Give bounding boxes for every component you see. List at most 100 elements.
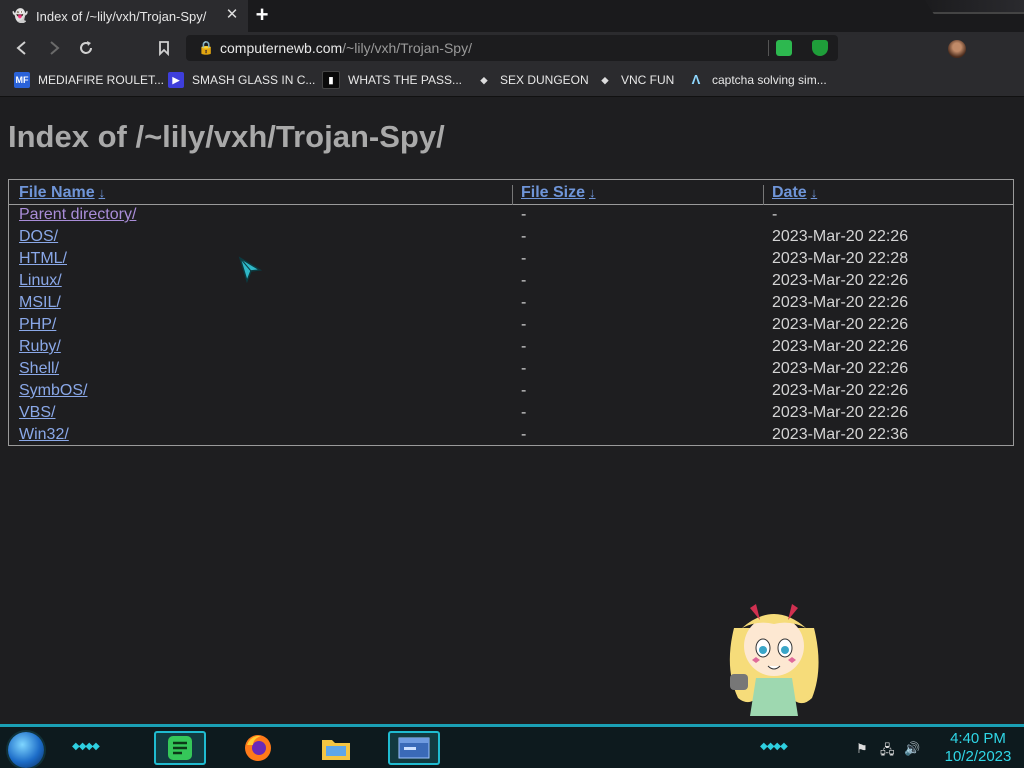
firefox-app-button[interactable] <box>232 731 284 765</box>
volume-icon[interactable]: 🔊 <box>904 741 920 757</box>
play-icon: ▶ <box>168 72 184 88</box>
file-size: - <box>521 360 527 377</box>
page-content: Index of /~lily/vxh/Trojan-Spy/ File Nam… <box>0 97 1024 724</box>
network-icon[interactable]: 🖧 <box>880 741 895 763</box>
table-row: Linux/ - 2023-Mar-20 22:26 <box>9 270 1013 292</box>
avatar[interactable] <box>948 40 966 58</box>
sort-by-date-link[interactable]: Date ↓ <box>772 184 817 202</box>
file-explorer-app-button[interactable] <box>310 731 362 765</box>
folder-link[interactable]: Ruby/ <box>19 336 61 358</box>
ghost-icon: 👻 <box>12 8 29 23</box>
folder-link[interactable]: DOS/ <box>19 226 58 248</box>
folder-link[interactable]: Shell/ <box>19 358 59 380</box>
file-date: 2023-Mar-20 22:26 <box>772 382 909 399</box>
sort-arrow-icon: ↓ <box>810 185 818 200</box>
taskbar-decoration: ◆◆◆◆ <box>760 741 788 752</box>
bookmarks-bar: MF MEDIAFIRE ROULET... ▶ SMASH GLASS IN … <box>0 64 1024 97</box>
bookmark-captcha[interactable]: Λ captcha solving sim... <box>688 64 827 96</box>
clock-time: 4:40 PM <box>950 730 1006 747</box>
file-date: 2023-Mar-20 22:26 <box>772 404 909 421</box>
address-bar[interactable]: 🔒 computernewb.com/~lily/vxh/Trojan-Spy/ <box>186 35 838 61</box>
firefox-icon <box>245 735 271 761</box>
phone-icon: ▮ <box>322 71 340 89</box>
chat-extension-icon[interactable] <box>776 40 792 56</box>
tab-title: Index of /~lily/vxh/Trojan-Spy/ <box>36 8 207 24</box>
file-size: - <box>521 382 527 399</box>
column-divider <box>512 185 513 205</box>
clock-date: 10/2/2023 <box>944 748 1012 765</box>
folder-link[interactable]: MSIL/ <box>19 292 61 314</box>
flag-icon[interactable]: ⚑ <box>856 741 868 757</box>
taskbar-decoration: ◆◆◆◆ <box>72 741 100 752</box>
file-date: 2023-Mar-20 22:28 <box>772 250 909 267</box>
window-app-button[interactable] <box>388 731 440 765</box>
mediafire-icon: MF <box>14 72 30 88</box>
table-header: File Name ↓ File Size ↓ Date ↓ <box>9 182 1013 205</box>
file-size: - <box>521 250 527 267</box>
folder-link[interactable]: PHP/ <box>19 314 56 336</box>
file-size: - <box>521 316 527 333</box>
file-size: - <box>521 272 527 289</box>
window-icon <box>398 737 430 759</box>
file-size: - <box>521 338 527 355</box>
table-row: MSIL/ - 2023-Mar-20 22:26 <box>9 292 1013 314</box>
window-decoration <box>925 0 1024 14</box>
sort-arrow-icon: ↓ <box>589 185 596 200</box>
table-row: Ruby/ - 2023-Mar-20 22:26 <box>9 336 1013 358</box>
file-date: 2023-Mar-20 22:26 <box>772 272 909 289</box>
file-size: - <box>521 294 527 311</box>
file-date: - <box>772 206 778 223</box>
bookmark-whats-the-pass[interactable]: ▮ WHATS THE PASS... <box>322 64 462 96</box>
file-explorer-icon <box>322 740 350 760</box>
table-row: Parent directory/ - - <box>9 204 1013 226</box>
sort-by-size-link[interactable]: File Size ↓ <box>521 184 596 202</box>
folder-link[interactable]: Win32/ <box>19 424 69 446</box>
url-text: computernewb.com/~lily/vxh/Trojan-Spy/ <box>220 40 472 56</box>
url-divider <box>768 40 769 56</box>
folder-link[interactable]: Linux/ <box>19 270 62 292</box>
bookmark-vnc-fun[interactable]: ◆ VNC FUN <box>597 64 675 96</box>
column-divider <box>763 185 764 205</box>
table-row: Shell/ - 2023-Mar-20 22:26 <box>9 358 1013 380</box>
desktop-mascot-character <box>729 604 819 716</box>
start-button[interactable] <box>8 732 44 768</box>
file-size: - <box>521 426 527 443</box>
bookmark-smash-glass[interactable]: ▶ SMASH GLASS IN C... <box>168 64 315 96</box>
sort-by-name-link[interactable]: File Name ↓ <box>19 184 105 202</box>
system-clock[interactable]: 4:40 PM 10/2/2023 <box>936 730 1020 766</box>
bookmark-sex-dungeon[interactable]: ◆ SEX DUNGEON <box>476 64 589 96</box>
table-row: DOS/ - 2023-Mar-20 22:26 <box>9 226 1013 248</box>
ghost-icon: ◆ <box>480 75 488 85</box>
close-tab-icon[interactable]: ✕ <box>224 7 240 23</box>
forward-icon[interactable] <box>44 38 64 58</box>
table-row: PHP/ - 2023-Mar-20 22:26 <box>9 314 1013 336</box>
ghost-icon: ◆ <box>601 75 609 85</box>
folder-link[interactable]: SymbOS/ <box>19 380 87 402</box>
file-size: - <box>521 228 527 245</box>
bookmark-icon[interactable] <box>154 38 174 58</box>
back-icon[interactable] <box>12 38 32 58</box>
shield-extension-icon[interactable] <box>812 40 828 56</box>
new-tab-button[interactable]: + <box>252 4 272 26</box>
taskbar: ◆◆◆◆ ◆◆◆◆ ⚑ 🖧 🔊 4:40 PM 10/2/2023 <box>0 724 1024 768</box>
folder-link[interactable]: VBS/ <box>19 402 55 424</box>
file-date: 2023-Mar-20 22:26 <box>772 338 909 355</box>
parent-directory-link[interactable]: Parent directory/ <box>19 204 136 226</box>
reload-icon[interactable] <box>76 38 96 58</box>
directory-listing-table: File Name ↓ File Size ↓ Date ↓ Parent direc… <box>8 179 1014 446</box>
table-row: Win32/ - 2023-Mar-20 22:36 <box>9 424 1013 446</box>
file-size: - <box>521 206 527 223</box>
folder-link[interactable]: HTML/ <box>19 248 67 270</box>
file-size: - <box>521 404 527 421</box>
notes-icon <box>168 736 192 760</box>
bookmark-mediafire[interactable]: MF MEDIAFIRE ROULET... <box>14 64 164 96</box>
lambda-icon: Λ <box>691 72 701 87</box>
tab-active[interactable]: 👻 Index of /~lily/vxh/Trojan-Spy/ ✕ <box>0 0 248 32</box>
mouse-cursor-icon <box>238 256 262 284</box>
file-date: 2023-Mar-20 22:26 <box>772 294 909 311</box>
page-title: Index of /~lily/vxh/Trojan-Spy/ <box>8 119 445 154</box>
lock-icon: 🔒 <box>198 40 215 55</box>
file-date: 2023-Mar-20 22:26 <box>772 360 909 377</box>
file-date: 2023-Mar-20 22:36 <box>772 426 909 443</box>
notes-app-button[interactable] <box>154 731 206 765</box>
